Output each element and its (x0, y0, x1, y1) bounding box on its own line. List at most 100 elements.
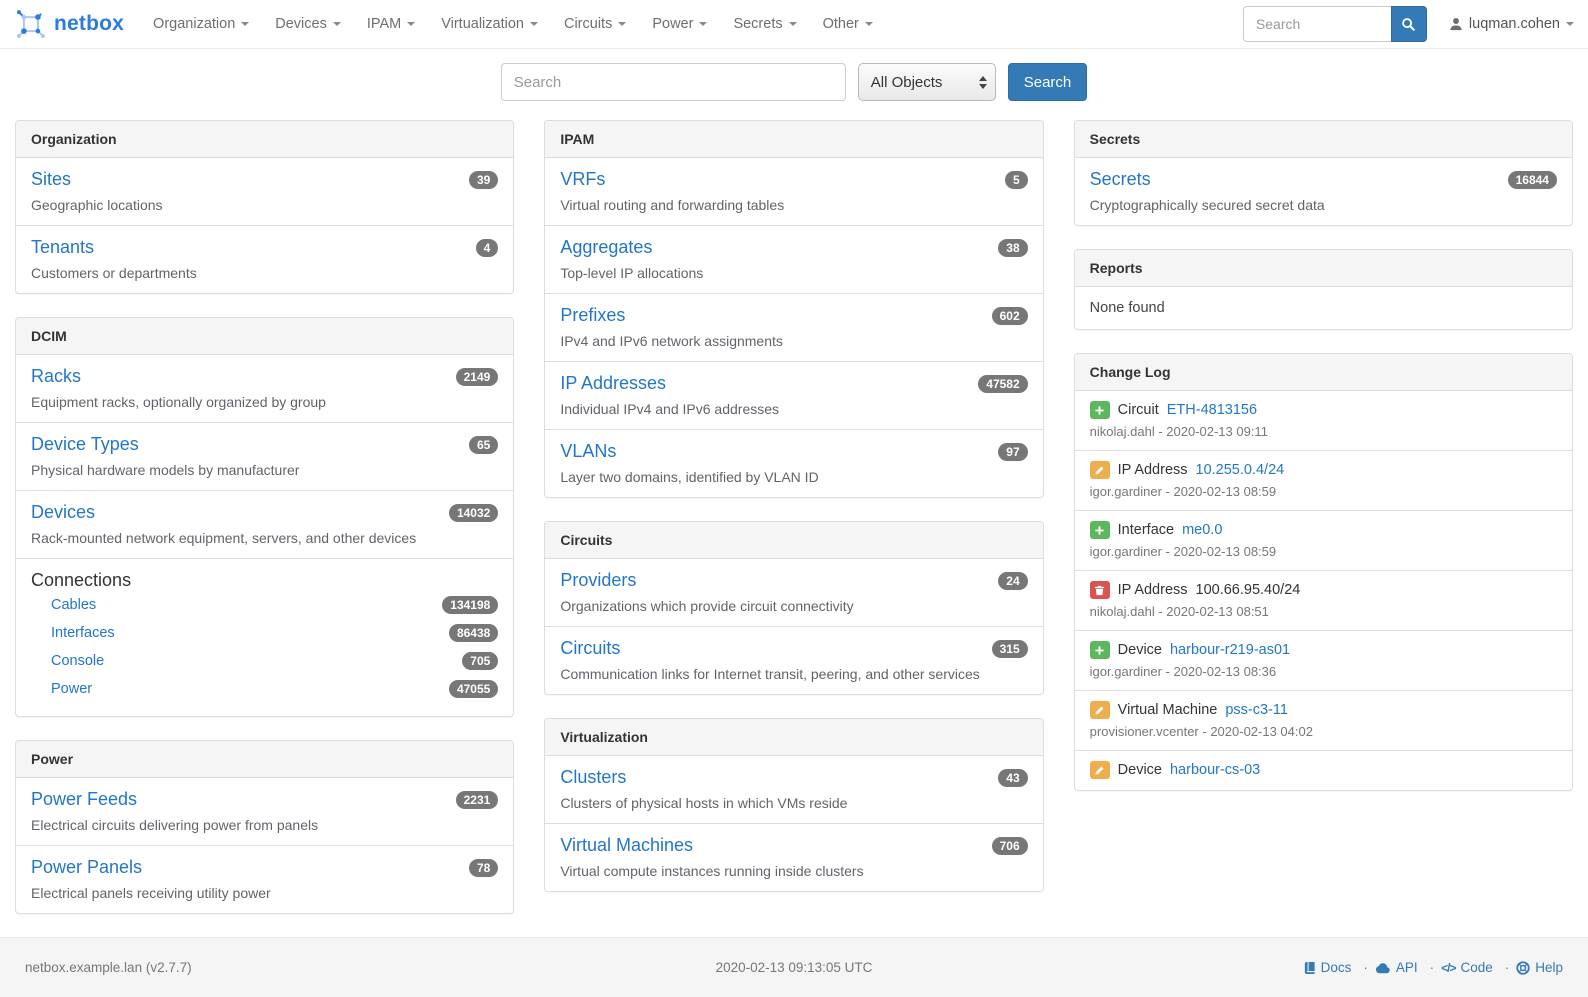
list-item: Power Panels 78 Electrical panels receiv… (16, 846, 513, 913)
item-description: IPv4 and IPv6 network assignments (560, 333, 1027, 349)
global-search-bar: All Objects Search (0, 49, 1588, 120)
search-scope-select[interactable]: All Objects (858, 63, 996, 101)
code-icon: </> (1441, 961, 1455, 975)
prefixes-link[interactable]: Prefixes (560, 305, 625, 326)
netbox-brand[interactable]: netbox (14, 8, 124, 41)
nav-item-ipam[interactable]: IPAM (354, 0, 428, 48)
global-search-button[interactable]: Search (1008, 63, 1088, 101)
count-badge: 47582 (978, 375, 1027, 393)
created-icon (1090, 521, 1110, 539)
item-description: Layer two domains, identified by VLAN ID (560, 469, 1027, 485)
panel-heading: Organization (16, 121, 513, 158)
nav-item-power[interactable]: Power (639, 0, 720, 48)
changelog-object-link[interactable]: pss-c3-11 (1225, 702, 1288, 718)
count-badge: 65 (469, 436, 498, 454)
aggregates-link[interactable]: Aggregates (560, 237, 652, 258)
changelog-object-link[interactable]: ETH-4813156 (1167, 402, 1257, 418)
nav-item-secrets[interactable]: Secrets (720, 0, 809, 48)
global-search-input[interactable] (501, 63, 846, 101)
footer-links: Docs API </> Code Help (1303, 960, 1563, 975)
list-item: IP Addresses 47582 Individual IPv4 and I… (545, 362, 1042, 430)
changelog-object-name: 100.66.95.40/24 (1196, 582, 1301, 598)
list-item: Virtual Machines 706 Virtual compute ins… (545, 824, 1042, 891)
list-item: Aggregates 38 Top-level IP allocations (545, 226, 1042, 294)
virtual-machines-link[interactable]: Virtual Machines (560, 835, 693, 856)
changelog-object-link[interactable]: 10.255.0.4/24 (1196, 462, 1285, 478)
device-types-link[interactable]: Device Types (31, 434, 139, 455)
list-item: Providers 24 Organizations which provide… (545, 559, 1042, 627)
count-badge: 705 (462, 652, 498, 670)
cables-link[interactable]: Cables (51, 597, 96, 613)
changelog-object-link[interactable]: harbour-r219-as01 (1170, 642, 1290, 658)
navbar-search-button[interactable] (1391, 6, 1427, 42)
search-scope-value: All Objects (871, 74, 943, 91)
vlans-link[interactable]: VLANs (560, 441, 616, 462)
changelog-object-link[interactable]: me0.0 (1182, 522, 1222, 538)
changelog-entry: Device harbour-cs-03 (1075, 751, 1572, 790)
changelog-entry: Circuit ETH-4813156 nikolaj.dahl - 2020-… (1075, 391, 1572, 451)
panel-heading: Change Log (1075, 354, 1572, 391)
connection-row: Interfaces 86438 (31, 619, 498, 647)
footer-timestamp: 2020-02-13 09:13:05 UTC (538, 960, 1051, 975)
user-icon (1449, 17, 1463, 31)
column-middle: IPAM VRFs 5 Virtual routing and forwardi… (544, 120, 1043, 915)
netbox-logo-icon (14, 8, 47, 41)
connections-heading: Connections (31, 570, 498, 591)
secrets-link[interactable]: Secrets (1090, 169, 1151, 190)
list-item: Circuits 315 Communication links for Int… (545, 627, 1042, 694)
list-item: Device Types 65 Physical hardware models… (16, 423, 513, 491)
nav-label: Devices (275, 16, 327, 32)
updated-icon (1090, 461, 1110, 479)
ip-addresses-link[interactable]: IP Addresses (560, 373, 666, 394)
sites-link[interactable]: Sites (31, 169, 71, 190)
changelog-meta: provisioner.vcenter - 2020-02-13 04:02 (1090, 724, 1557, 739)
providers-link[interactable]: Providers (560, 570, 636, 591)
footer-link-label: Docs (1321, 960, 1352, 975)
api-link[interactable]: API (1375, 960, 1441, 975)
item-description: Physical hardware models by manufacturer (31, 462, 498, 478)
code-link[interactable]: </> Code (1441, 960, 1516, 975)
vrfs-link[interactable]: VRFs (560, 169, 605, 190)
footer-link-label: Help (1535, 960, 1563, 975)
interfaces-link[interactable]: Interfaces (51, 625, 115, 641)
count-badge: 2149 (456, 368, 499, 386)
panel-heading: Power (16, 741, 513, 778)
panel-circuits: Circuits Providers 24 Organizations whic… (544, 521, 1043, 695)
list-item: Secrets 16844 Cryptographically secured … (1075, 158, 1572, 225)
nav-item-virtualization[interactable]: Virtualization (428, 0, 551, 48)
changelog-object-type: Device (1118, 642, 1162, 658)
connection-row: Power 47055 (31, 675, 498, 703)
changelog-object-type: IP Address (1118, 582, 1188, 598)
changelog-entry: Virtual Machine pss-c3-11 provisioner.vc… (1075, 691, 1572, 751)
item-description: Virtual compute instances running inside… (560, 863, 1027, 879)
docs-link[interactable]: Docs (1303, 960, 1375, 975)
nav-item-organization[interactable]: Organization (140, 0, 262, 48)
console-link[interactable]: Console (51, 653, 104, 669)
nav-item-devices[interactable]: Devices (262, 0, 354, 48)
navbar-search-input[interactable] (1243, 6, 1391, 42)
user-menu[interactable]: luqman.cohen (1449, 16, 1574, 32)
item-description: Communication links for Internet transit… (560, 666, 1027, 682)
power-feeds-link[interactable]: Power Feeds (31, 789, 137, 810)
power-panels-link[interactable]: Power Panels (31, 857, 142, 878)
deleted-icon (1090, 581, 1110, 599)
racks-link[interactable]: Racks (31, 366, 81, 387)
column-right: Secrets Secrets 16844 Cryptographically … (1074, 120, 1573, 814)
circuits-link[interactable]: Circuits (560, 638, 620, 659)
username: luqman.cohen (1469, 16, 1560, 32)
panel-organization: Organization Sites 39 Geographic locatio… (15, 120, 514, 294)
devices-link[interactable]: Devices (31, 502, 95, 523)
tenants-link[interactable]: Tenants (31, 237, 94, 258)
column-left: Organization Sites 39 Geographic locatio… (15, 120, 514, 937)
clusters-link[interactable]: Clusters (560, 767, 626, 788)
list-item: Prefixes 602 IPv4 and IPv6 network assig… (545, 294, 1042, 362)
list-item: Power Feeds 2231 Electrical circuits del… (16, 778, 513, 846)
power-link[interactable]: Power (51, 681, 92, 697)
count-badge: 97 (998, 443, 1027, 461)
nav-item-circuits[interactable]: Circuits (551, 0, 639, 48)
nav-item-other[interactable]: Other (810, 0, 886, 48)
changelog-object-link[interactable]: harbour-cs-03 (1170, 762, 1260, 778)
help-link[interactable]: Help (1516, 960, 1563, 975)
count-badge: 43 (998, 769, 1027, 787)
chevron-down-icon (1566, 22, 1574, 26)
